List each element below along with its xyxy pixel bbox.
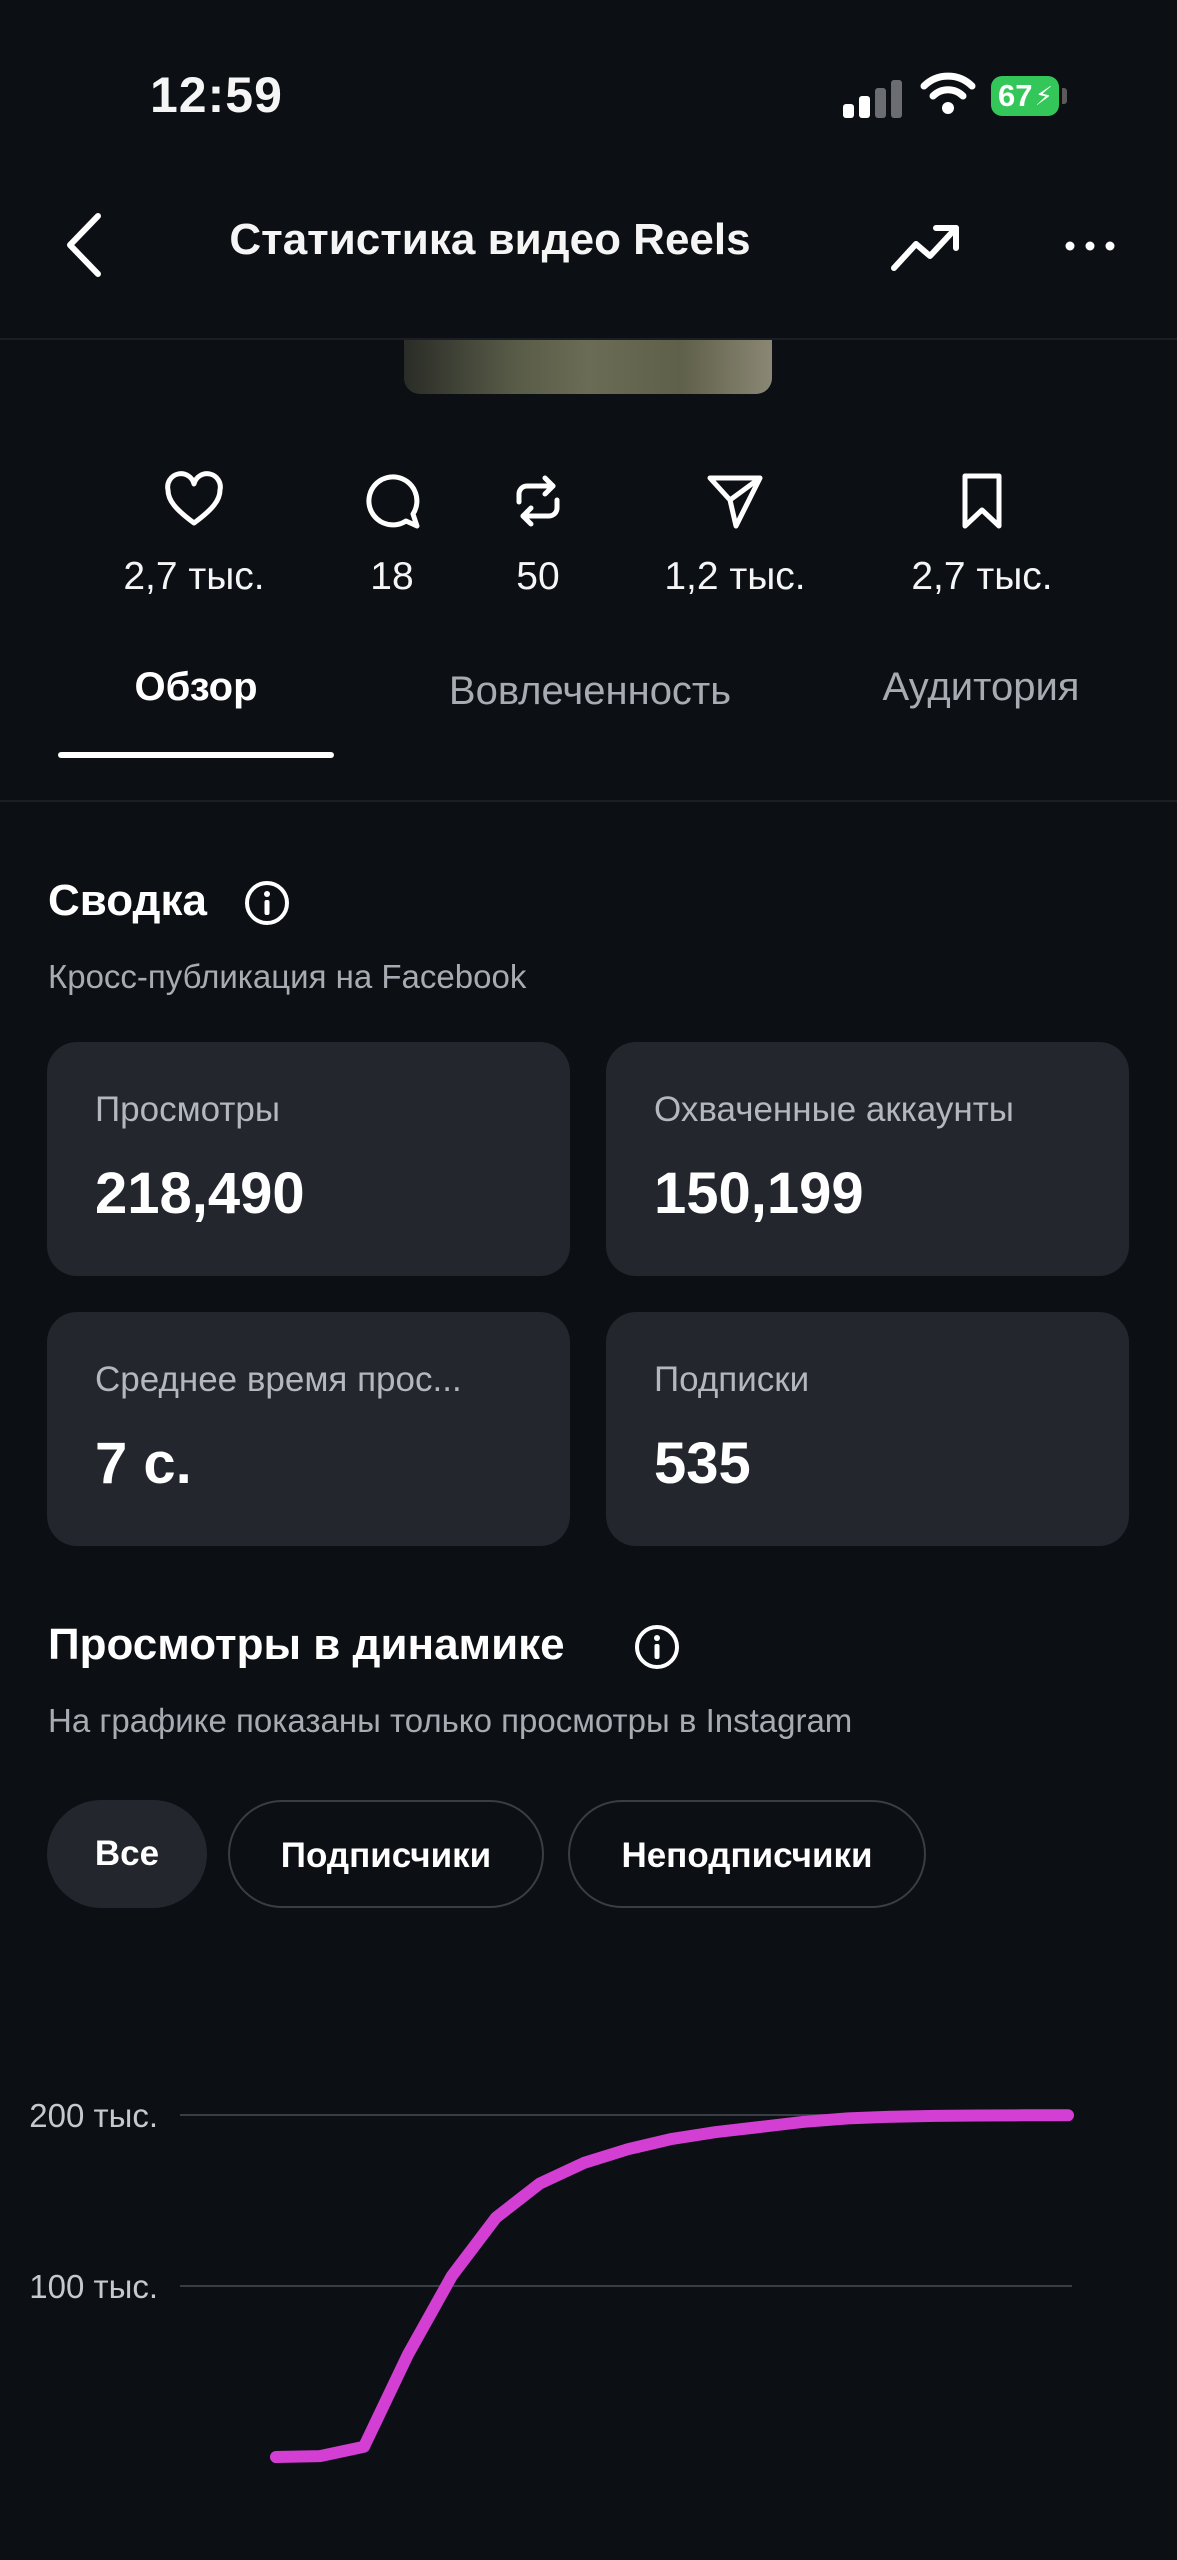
info-icon[interactable] xyxy=(244,880,290,926)
stat-card-reach[interactable]: Охваченные аккаунты 150,199 xyxy=(606,1042,1129,1276)
active-tab-indicator xyxy=(58,752,334,758)
views-dynamics-title: Просмотры в динамике xyxy=(48,1620,565,1669)
stat-label: Среднее время прос... xyxy=(95,1360,462,1399)
stat-label: Просмотры xyxy=(95,1090,280,1129)
wifi-icon xyxy=(920,72,976,114)
stat-label: Подписки xyxy=(654,1360,810,1399)
metric-value: 50 xyxy=(516,555,560,598)
metric-value: 2,7 тыс. xyxy=(123,555,265,598)
metric-likes: 2,7 тыс. xyxy=(94,470,294,599)
stat-label: Охваченные аккаунты xyxy=(654,1090,1014,1129)
page-title: Статистика видео Reels xyxy=(229,215,751,264)
stat-value: 218,490 xyxy=(95,1161,305,1226)
stat-value: 150,199 xyxy=(654,1161,864,1226)
views-dynamics-subtitle: На графике показаны только просмотры в I… xyxy=(48,1702,853,1739)
stat-value: 7 с. xyxy=(95,1431,192,1496)
heart-icon xyxy=(165,471,223,526)
y-tick-label: 100 тыс. xyxy=(29,2268,158,2305)
stat-card-follows[interactable]: Подписки 535 xyxy=(606,1312,1129,1546)
stat-card-avg-watch-time[interactable]: Среднее время прос... 7 с. xyxy=(47,1312,570,1546)
video-thumbnail[interactable] xyxy=(404,340,772,394)
metric-value: 1,2 тыс. xyxy=(664,555,806,598)
share-icon xyxy=(707,475,763,529)
summary-subtitle: Кросс-публикация на Facebook xyxy=(48,958,527,995)
metric-reposts: 50 xyxy=(438,470,638,599)
metric-value: 2,7 тыс. xyxy=(911,555,1053,598)
cellular-signal-icon xyxy=(843,78,903,118)
battery-indicator: 67 ⚡ xyxy=(991,76,1067,116)
repost-icon xyxy=(516,475,560,527)
stat-value: 535 xyxy=(654,1431,751,1496)
tab-audience[interactable]: Аудитория xyxy=(840,665,1122,710)
metric-saves: 2,7 тыс. xyxy=(882,470,1082,599)
tab-engagement[interactable]: Вовлеченность xyxy=(440,666,740,716)
charging-bolt-icon: ⚡ xyxy=(1034,81,1053,111)
filter-non-followers[interactable]: Неподписчики xyxy=(568,1800,926,1908)
metric-shares: 1,2 тыс. xyxy=(635,470,835,599)
back-chevron-icon[interactable] xyxy=(60,210,110,280)
more-options-icon[interactable] xyxy=(1060,226,1120,266)
views-line-chart: 100 тыс. 200 тыс. xyxy=(29,2097,1074,2463)
status-time: 12:59 xyxy=(150,67,283,123)
filter-followers[interactable]: Подписчики xyxy=(228,1800,544,1908)
y-tick-label: 200 тыс. xyxy=(29,2097,158,2134)
tab-overview[interactable]: Обзор xyxy=(58,665,334,710)
bookmark-icon xyxy=(962,473,1002,529)
summary-title: Сводка xyxy=(48,876,207,925)
comment-icon xyxy=(366,474,420,529)
tabs-divider xyxy=(0,800,1177,802)
filter-all[interactable]: Все xyxy=(47,1800,207,1908)
trending-up-icon[interactable] xyxy=(890,220,962,276)
stat-card-views[interactable]: Просмотры 218,490 xyxy=(47,1042,570,1276)
info-icon[interactable] xyxy=(634,1624,680,1670)
